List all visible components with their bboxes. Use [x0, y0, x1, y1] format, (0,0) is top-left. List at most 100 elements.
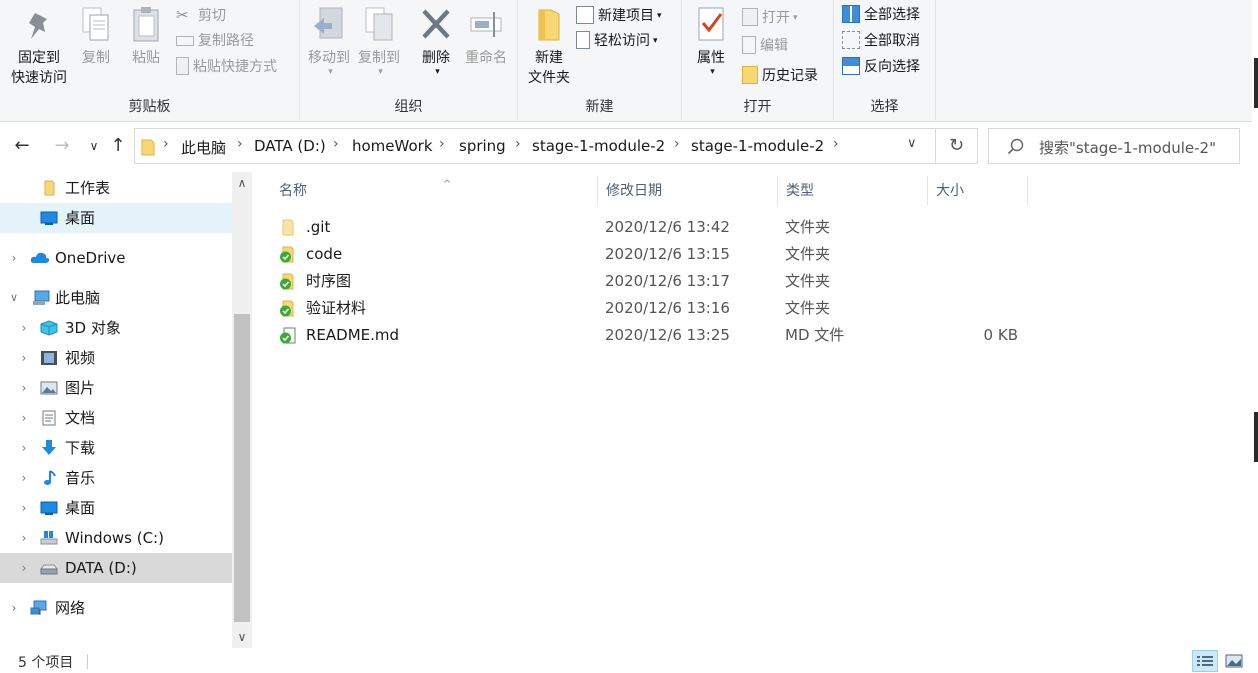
expand-chevron-icon[interactable]: ›: [18, 343, 30, 373]
sidebar-item-desktop-quick[interactable]: 桌面: [0, 203, 232, 233]
details-view-icon[interactable]: [1192, 650, 1218, 672]
breadcrumb-stage-1-module-2[interactable]: stage-1-module-2: [532, 137, 665, 155]
sidebar-item-network[interactable]: › 网络: [0, 593, 232, 623]
column-header-type-label: 类型: [786, 183, 814, 199]
refresh-icon[interactable]: ↻: [936, 128, 978, 164]
paste-button[interactable]: 粘贴: [124, 6, 168, 68]
file-type: 文件夹: [785, 245, 831, 263]
properties-button[interactable]: 属性 ▾: [688, 6, 734, 82]
easy-access-icon: [576, 30, 590, 49]
expand-chevron-icon[interactable]: ›: [18, 313, 30, 343]
file-row[interactable]: .git 2020/12/6 13:42 文件夹: [275, 214, 1035, 241]
expand-chevron-icon[interactable]: ›: [18, 523, 30, 553]
breadcrumb-stage-1-module-2-current[interactable]: stage-1-module-2: [691, 137, 824, 155]
move-to-icon: [314, 7, 343, 39]
file-list-pane: 名称 ^ 修改日期 类型 大小 .git 2020/12/6 13:42 文件夹…: [255, 172, 1252, 650]
column-header-date[interactable]: 修改日期: [598, 176, 778, 206]
invert-selection-button[interactable]: 反向选择: [842, 55, 920, 79]
recent-locations-chevron-icon[interactable]: ∨: [82, 134, 106, 158]
open-button[interactable]: 打开 ▾: [742, 6, 798, 30]
select-all-button[interactable]: 全部选择: [842, 3, 920, 27]
expand-chevron-icon[interactable]: ›: [8, 243, 20, 273]
cut-label: 剪切: [198, 8, 226, 24]
sidebar-item-data-d[interactable]: › DATA (D:): [0, 553, 232, 583]
copy-path-icon: [176, 36, 194, 46]
copy-button[interactable]: 复制: [76, 6, 116, 68]
rename-button[interactable]: 重命名: [460, 6, 512, 68]
sidebar-item-videos[interactable]: › 视频: [0, 343, 232, 373]
column-header-type[interactable]: 类型: [778, 176, 928, 206]
pin-label-line1: 固定到: [18, 50, 60, 66]
sidebar-item-onedrive[interactable]: › OneDrive: [0, 243, 232, 273]
sidebar-item-this-pc[interactable]: ∨ 此电脑: [0, 283, 232, 313]
new-item-label: 新建项目: [598, 8, 654, 24]
up-arrow-icon[interactable]: ↑: [106, 134, 130, 158]
delete-button[interactable]: 删除 ▾: [416, 6, 456, 82]
file-row[interactable]: 时序图 2020/12/6 13:17 文件夹: [275, 268, 1035, 295]
drive-d-icon: [40, 564, 58, 575]
expand-chevron-icon[interactable]: ›: [18, 493, 30, 523]
scroll-down-arrow-icon[interactable]: ∨: [232, 630, 252, 644]
collapse-chevron-icon[interactable]: ∨: [8, 283, 20, 313]
paste-shortcut-button[interactable]: 粘贴快捷方式: [176, 55, 277, 79]
new-group: 新建 文件夹 新建项目 ▾ 轻松访问 ▾ 新建: [518, 0, 682, 120]
move-to-button[interactable]: 移动到 ▾: [306, 6, 352, 82]
edit-button[interactable]: 编辑: [742, 34, 788, 58]
back-arrow-icon[interactable]: ←: [10, 134, 34, 158]
file-date: 2020/12/6 13:15: [605, 245, 730, 263]
forward-arrow-icon[interactable]: →: [50, 134, 74, 158]
sidebar-item-worksheet[interactable]: 工作表: [0, 173, 232, 203]
file-explorer-window: 固定到 快速访问 复制 粘贴 ✂ 剪切 复制路径 粘贴快捷方式 剪贴板 移动到 …: [0, 0, 1258, 673]
rename-label: 重命名: [465, 50, 507, 66]
history-button[interactable]: 历史记录: [742, 64, 818, 88]
easy-access-button[interactable]: 轻松访问 ▾: [576, 29, 658, 53]
scrollbar-thumb[interactable]: [234, 314, 250, 622]
sidebar-item-label: 视频: [65, 349, 96, 367]
edit-pencil-icon: [742, 35, 756, 54]
expand-chevron-icon[interactable]: ›: [18, 553, 30, 583]
expand-chevron-icon[interactable]: ›: [8, 593, 20, 623]
expand-chevron-icon[interactable]: ›: [18, 463, 30, 493]
pin-to-quick-access-button[interactable]: 固定到 快速访问: [6, 10, 72, 88]
synced-folder-icon: [280, 246, 294, 263]
breadcrumb-this-pc[interactable]: 此电脑: [181, 137, 226, 158]
copy-to-button[interactable]: 复制到 ▾: [356, 6, 402, 82]
sidebar-scrollbar[interactable]: ∧ ∨: [232, 172, 252, 648]
file-row[interactable]: README.md 2020/12/6 13:25 MD 文件 0 KB: [275, 322, 1035, 349]
expand-chevron-icon[interactable]: ›: [18, 373, 30, 403]
expand-chevron-icon[interactable]: ›: [18, 433, 30, 463]
breadcrumb-separator-icon: ›: [674, 136, 680, 152]
expand-chevron-icon[interactable]: ›: [18, 403, 30, 433]
sidebar-item-documents[interactable]: › 文档: [0, 403, 232, 433]
new-item-button[interactable]: 新建项目 ▾: [576, 4, 662, 28]
search-box[interactable]: 搜索"stage-1-module-2": [988, 128, 1240, 164]
breadcrumb-homework[interactable]: homeWork: [352, 137, 433, 155]
sidebar-item-downloads[interactable]: › 下载: [0, 433, 232, 463]
scroll-up-arrow-icon[interactable]: ∧: [232, 176, 252, 190]
status-bar: 5 个项目: [0, 650, 1252, 673]
sidebar-item-pictures[interactable]: › 图片: [0, 373, 232, 403]
sidebar-item-windows-c[interactable]: › Windows (C:): [0, 523, 232, 553]
file-row[interactable]: 验证材料 2020/12/6 13:16 文件夹: [275, 295, 1035, 322]
breadcrumb-spring[interactable]: spring: [459, 137, 506, 155]
sidebar-item-desktop[interactable]: › 桌面: [0, 493, 232, 523]
large-icons-view-icon[interactable]: [1222, 650, 1246, 672]
paste-label: 粘贴: [132, 50, 160, 66]
sidebar-item-3d-objects[interactable]: › 3D 对象: [0, 313, 232, 343]
sidebar-item-music[interactable]: › 音乐: [0, 463, 232, 493]
copy-path-button[interactable]: 复制路径: [176, 29, 254, 53]
breadcrumb-data-drive[interactable]: DATA (D:): [254, 137, 326, 155]
cut-button[interactable]: ✂ 剪切: [176, 4, 226, 28]
address-dropdown-chevron-icon[interactable]: ∨: [907, 136, 917, 151]
new-item-caret-icon: ▾: [657, 11, 662, 21]
column-header-name[interactable]: 名称 ^: [271, 176, 598, 206]
address-bar[interactable]: › 此电脑 › DATA (D:) › homeWork › spring › …: [134, 128, 936, 164]
select-none-button[interactable]: 全部取消: [842, 29, 920, 53]
file-row[interactable]: code 2020/12/6 13:15 文件夹: [275, 241, 1035, 268]
item-count: 5 个项目: [18, 655, 74, 671]
new-folder-button[interactable]: 新建 文件夹: [522, 6, 576, 88]
pin-label-line2: 快速访问: [11, 70, 67, 86]
sidebar-item-label: 文档: [65, 409, 96, 427]
cloud-icon: [30, 252, 50, 263]
column-header-size[interactable]: 大小: [928, 176, 1028, 206]
